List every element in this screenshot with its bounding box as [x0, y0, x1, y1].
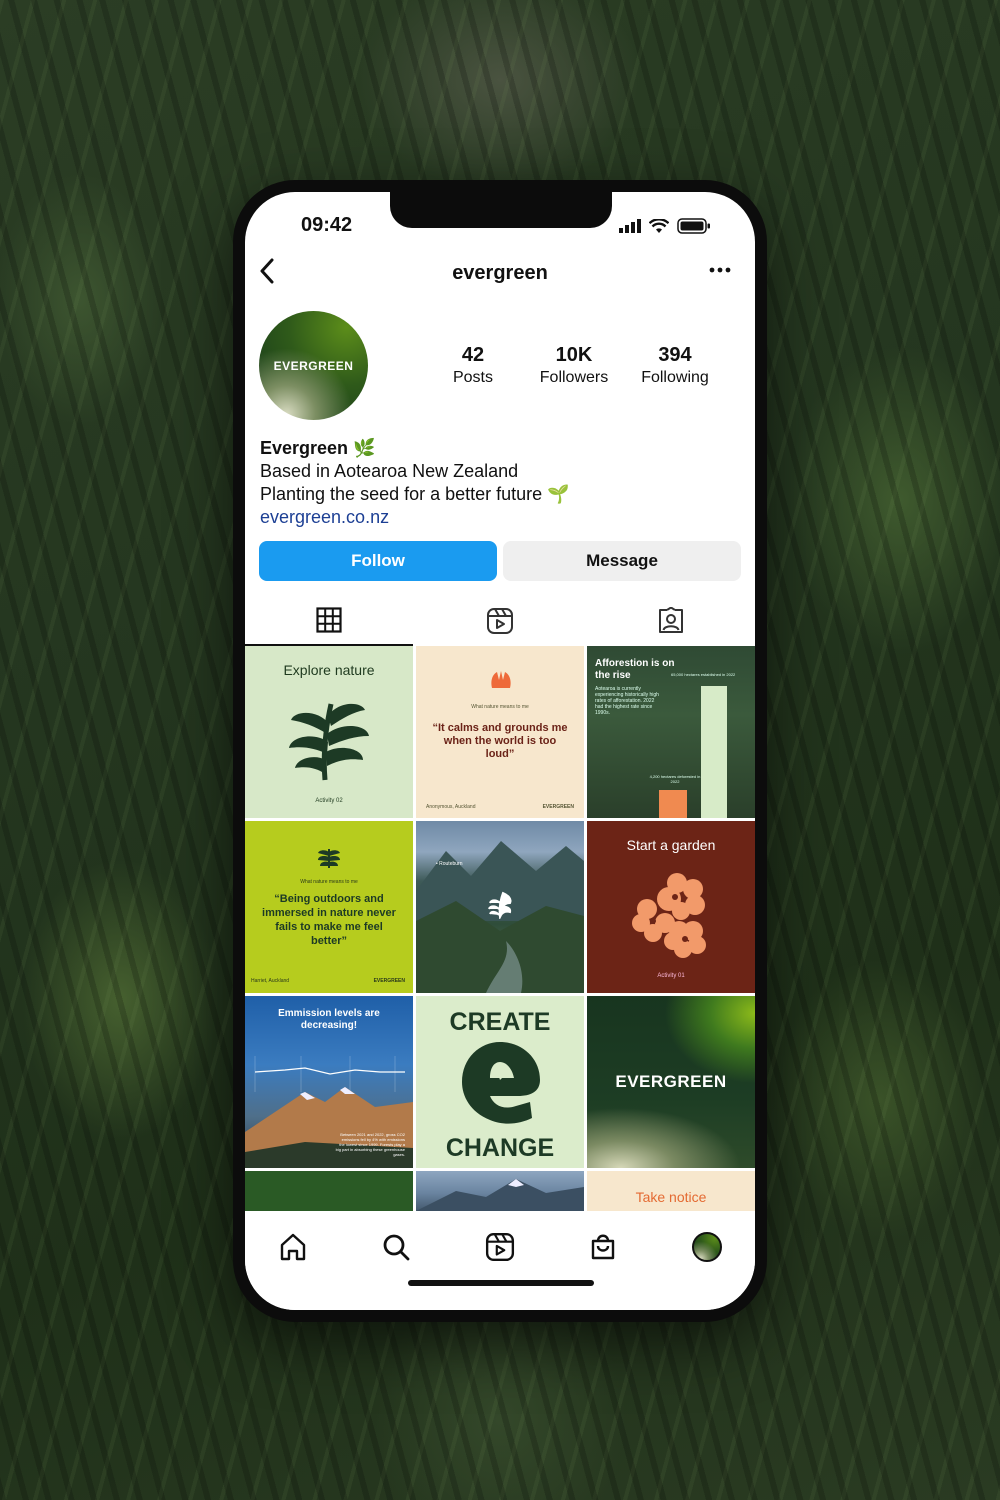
- post-body: Between 2021 and 2022, gross CO2 emissio…: [335, 1132, 405, 1157]
- profile-avatar-small: [692, 1232, 722, 1262]
- profile-avatar[interactable]: EVERGREEN: [259, 311, 368, 420]
- post-title: Afforestion is on the rise: [595, 658, 675, 681]
- bar-deforestation: [659, 790, 687, 818]
- post-emission-levels[interactable]: Emmission levels are decreasing! Between…: [245, 996, 413, 1168]
- stat-posts-label: Posts: [452, 369, 493, 386]
- grid-icon: [316, 607, 342, 633]
- tab-reels[interactable]: [416, 596, 584, 646]
- post-title: Take notice: [635, 1189, 707, 1205]
- location-tag: • Routeburn: [436, 861, 463, 867]
- stat-following[interactable]: 394 Following: [625, 344, 725, 387]
- bar-label-top: 65,000 hectares established in 2022: [671, 672, 736, 677]
- post-explore-nature[interactable]: Explore nature Activity 02: [245, 646, 413, 818]
- nav-search[interactable]: [376, 1227, 416, 1267]
- post-caption: Activity 02: [315, 798, 343, 804]
- follow-button[interactable]: Follow: [259, 541, 497, 581]
- avatar-text: EVERGREEN: [273, 358, 354, 373]
- flower-icon: [632, 873, 706, 958]
- post-quote: “Being outdoors and immersed in nature n…: [262, 893, 396, 947]
- post-brand: EVERGREEN: [542, 804, 574, 810]
- phone-screen: 09:42 evergreen EVERGREEN 42 Posts 10K F…: [245, 192, 755, 1310]
- nav-reels[interactable]: [480, 1227, 520, 1267]
- swirl-icon: [462, 1042, 540, 1124]
- post-quote: “It calms and grounds me when the world …: [432, 722, 568, 760]
- shop-icon: [591, 1234, 615, 1260]
- profile-display-name: Evergreen 🌿: [260, 438, 376, 458]
- post-mountain-partial[interactable]: [416, 1171, 584, 1215]
- post-title-bottom: CHANGE: [445, 1134, 555, 1162]
- stat-followers-value: 10K: [555, 344, 593, 366]
- post-kicker: What nature means to me: [471, 704, 529, 710]
- post-routeburn[interactable]: • Routeburn: [416, 821, 584, 993]
- post-title: Explore nature: [283, 662, 375, 678]
- bio-line: Planting the seed for a better future 🌱: [260, 484, 570, 504]
- bottom-navigation: [245, 1211, 755, 1310]
- post-title: Emmission levels are decreasing!: [278, 1008, 380, 1031]
- wifi-icon: [649, 218, 669, 233]
- bar-afforestation: [701, 686, 727, 818]
- post-body: Aotearoa is currently experiencing histo…: [595, 686, 659, 716]
- home-icon: [280, 1233, 306, 1261]
- tagged-icon: [659, 607, 683, 633]
- stat-following-label: Following: [641, 369, 709, 386]
- notch: [390, 192, 612, 228]
- post-quote-calm[interactable]: What nature means to me “It calms and gr…: [416, 646, 584, 818]
- profile-header: evergreen: [245, 250, 755, 294]
- bio-line: Based in Aotearoa New Zealand: [260, 461, 519, 481]
- post-author: Anonymous, Auckland: [426, 804, 476, 810]
- post-quote-outdoors[interactable]: What nature means to me “Being outdoors …: [245, 821, 413, 993]
- reels-icon: [485, 1232, 515, 1262]
- tab-tagged[interactable]: [587, 596, 755, 646]
- post-brand: EVERGREEN: [615, 1072, 727, 1091]
- status-icons: [619, 218, 711, 234]
- shell-icon: [491, 671, 511, 688]
- phone-frame: 09:42 evergreen EVERGREEN 42 Posts 10K F…: [233, 180, 767, 1322]
- post-green-partial[interactable]: [245, 1171, 413, 1215]
- post-caption: Activity 01: [657, 973, 685, 979]
- post-author: Harriet, Auckland: [251, 978, 290, 984]
- nav-home[interactable]: [273, 1227, 313, 1267]
- message-button[interactable]: Message: [503, 541, 741, 581]
- signal-icon: [619, 219, 641, 233]
- nav-shop[interactable]: [583, 1227, 623, 1267]
- stat-following-value: 394: [658, 344, 692, 366]
- post-title-top: CREATE: [449, 1008, 551, 1036]
- battery-icon: [677, 218, 710, 234]
- post-start-garden[interactable]: Start a garden Activity 01: [587, 821, 755, 993]
- status-time: 09:42: [301, 214, 353, 236]
- post-take-notice[interactable]: Take notice: [587, 1171, 755, 1215]
- post-kicker: What nature means to me: [300, 879, 358, 885]
- mountain-photo: [416, 1179, 584, 1215]
- leaf-icon: [318, 849, 340, 868]
- profile-username: evergreen: [452, 262, 548, 284]
- tab-grid[interactable]: [245, 596, 413, 646]
- stat-followers[interactable]: 10K Followers: [524, 344, 624, 387]
- reels-icon: [487, 608, 513, 634]
- profile-tabs: [245, 596, 755, 646]
- home-indicator[interactable]: [408, 1280, 594, 1286]
- nav-profile[interactable]: [687, 1227, 727, 1267]
- stat-posts-value: 42: [461, 344, 485, 366]
- post-evergreen-brand[interactable]: EVERGREEN: [587, 996, 755, 1168]
- post-create-change[interactable]: CREATE CHANGE: [416, 996, 584, 1168]
- post-afforestation[interactable]: Afforestion is on the rise Aotearoa is c…: [587, 646, 755, 818]
- bar-label-bottom: 4,200 hectares deforested in 2022: [649, 774, 701, 784]
- leaf-icon: [289, 703, 369, 781]
- profile-link[interactable]: evergreen.co.nz: [260, 506, 570, 529]
- more-horizontal-icon[interactable]: [709, 252, 731, 280]
- post-title: Start a garden: [626, 837, 716, 853]
- search-icon: [383, 1234, 410, 1261]
- stat-followers-label: Followers: [539, 369, 609, 386]
- stat-posts[interactable]: 42 Posts: [423, 344, 523, 387]
- post-brand: EVERGREEN: [373, 978, 405, 984]
- leaf-icon: [488, 891, 512, 919]
- profile-bio: Evergreen 🌿 Based in Aotearoa New Zealan…: [260, 437, 570, 529]
